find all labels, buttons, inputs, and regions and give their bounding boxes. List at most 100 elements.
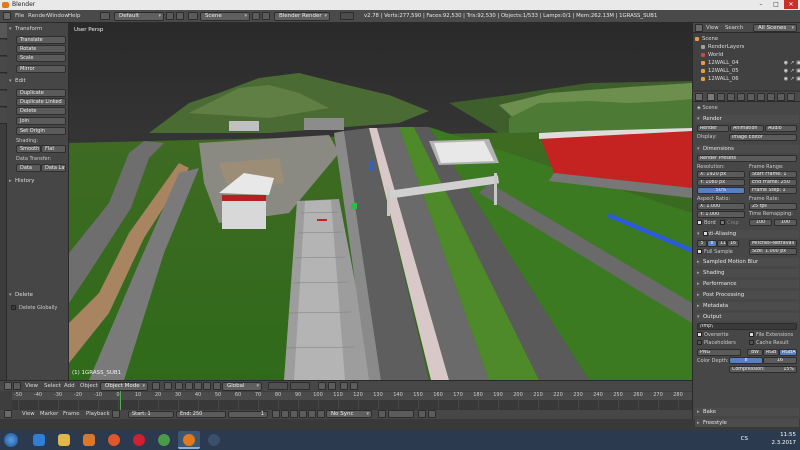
menu-select[interactable]: Select: [44, 383, 61, 390]
tab-tools[interactable]: [0, 23, 7, 39]
aa-size-field[interactable]: Size: 1.000 px: [749, 248, 797, 255]
play-reverse-icon[interactable]: [290, 410, 298, 418]
taskbar-ie[interactable]: [28, 431, 50, 449]
overwrite-checkbox[interactable]: [697, 332, 702, 337]
join-button[interactable]: Join: [16, 117, 66, 125]
start-button-icon[interactable]: [4, 433, 18, 447]
data-context-icon[interactable]: [777, 93, 785, 101]
aa-filter-select[interactable]: Mitchell-Netravali: [749, 240, 797, 247]
3d-viewport[interactable]: User Persp (1) 1GRASS_SUB1: [69, 23, 692, 380]
layout-select[interactable]: Default: [114, 12, 164, 21]
start-frame-prop-field[interactable]: Start Frame: 1: [749, 171, 797, 178]
menu-help[interactable]: Help: [68, 12, 81, 21]
compression-slider[interactable]: Compression: 15%: [729, 366, 797, 373]
scale-manipulator-icon[interactable]: [203, 382, 211, 390]
editor-type-3d-icon[interactable]: [4, 382, 12, 390]
pivot-point-icon[interactable]: [164, 382, 172, 390]
performance-panel-header[interactable]: Performance: [695, 280, 799, 288]
aspect-y-field[interactable]: Y: 1.000: [697, 211, 745, 218]
aspect-x-field[interactable]: X: 1.000: [697, 203, 745, 210]
viewport-shading-icon[interactable]: [152, 382, 160, 390]
scene-select[interactable]: Scene: [200, 12, 250, 21]
edit-panel-header[interactable]: Edit: [8, 77, 68, 85]
flat-button[interactable]: Flat: [41, 145, 66, 153]
auto-keying-icon[interactable]: [378, 410, 386, 418]
audio-button[interactable]: Audio: [765, 125, 797, 132]
anti-aliasing-panel-header[interactable]: Anti-Aliasing: [695, 230, 799, 238]
keying-set-icon[interactable]: [388, 410, 414, 418]
layers-2-icon[interactable]: [290, 382, 310, 390]
visibility-icons[interactable]: ◉↗▣: [784, 75, 800, 83]
tab-create[interactable]: [0, 40, 7, 56]
smooth-button[interactable]: Smooth: [16, 145, 41, 153]
timeline[interactable]: -50 -40 -30 -20 -10 0 10 20 30 40 50 60 70 80 90 100 110…: [0, 391, 692, 419]
menu-window[interactable]: Window: [47, 12, 69, 21]
freestyle-panel-header[interactable]: Freestyle: [695, 419, 799, 427]
tl-menu-playback[interactable]: Playback: [86, 411, 110, 418]
minimize-button[interactable]: –: [754, 0, 768, 9]
outliner-row-object[interactable]: 12WALL_06 ◉↗▣: [701, 75, 800, 83]
placeholders-checkbox[interactable]: [697, 340, 702, 345]
taskbar-explorer[interactable]: [53, 431, 75, 449]
menu-view[interactable]: View: [25, 383, 38, 390]
rotate-button[interactable]: Rotate: [16, 45, 66, 53]
outliner-row-renderlayers[interactable]: RenderLayers: [701, 43, 800, 51]
camera-render-icon[interactable]: [350, 382, 358, 390]
scene-context-icon[interactable]: [727, 93, 735, 101]
display-select[interactable]: Image Editor: [729, 134, 797, 141]
editor-type-outliner-icon[interactable]: [695, 24, 703, 32]
history-panel-header[interactable]: History: [8, 177, 68, 185]
tl-menu-frame[interactable]: Frame: [63, 411, 80, 418]
taskbar-chrome[interactable]: [153, 431, 175, 449]
render-panel-header[interactable]: Render: [695, 115, 799, 123]
preview-range-icon[interactable]: [112, 410, 120, 418]
duplicate-button[interactable]: Duplicate: [16, 89, 66, 97]
timeline-track[interactable]: [12, 400, 692, 410]
material-context-icon[interactable]: [787, 93, 795, 101]
render-layers-context-icon[interactable]: [717, 93, 725, 101]
delete-operator-panel-header[interactable]: Delete: [8, 291, 68, 299]
resolution-percentage-slider[interactable]: 50%: [697, 187, 745, 194]
jump-keyframe-forward-icon[interactable]: [308, 410, 316, 418]
rotate-manipulator-icon[interactable]: [194, 382, 202, 390]
aa-samples-8[interactable]: 8: [707, 240, 717, 247]
data-button[interactable]: Data: [16, 164, 41, 172]
layers-icon[interactable]: [268, 382, 288, 390]
duplicate-linked-button[interactable]: Duplicate Linked: [16, 98, 66, 106]
end-frame-field[interactable]: End: 250: [176, 411, 226, 418]
mirror-button[interactable]: Mirror: [16, 65, 66, 73]
taskbar-steam[interactable]: [203, 431, 225, 449]
remap-new-field[interactable]: 100: [774, 219, 797, 226]
taskbar-opera[interactable]: [128, 431, 150, 449]
aa-samples-16[interactable]: 16: [727, 240, 739, 247]
color-bw-button[interactable]: BW: [747, 349, 763, 356]
resolution-x-field[interactable]: X: 1920 px: [697, 171, 745, 178]
scene-icon[interactable]: [188, 12, 198, 20]
mode-select[interactable]: Object Mode: [100, 382, 148, 391]
render-presets-select[interactable]: Render Presets: [697, 155, 797, 162]
snap-icon[interactable]: [318, 382, 326, 390]
frame-rate-select[interactable]: 25 fps: [749, 203, 797, 210]
color-rgba-button[interactable]: RGBA: [779, 349, 797, 356]
remap-old-field[interactable]: 100: [749, 219, 772, 226]
object-context-icon[interactable]: [747, 93, 755, 101]
set-origin-dropdown[interactable]: Set Origin: [16, 127, 66, 135]
translate-manipulator-icon[interactable]: [185, 382, 193, 390]
remove-layout-icon[interactable]: [176, 12, 184, 20]
translate-button[interactable]: Translate: [16, 36, 66, 44]
add-scene-icon[interactable]: [252, 12, 260, 20]
remove-scene-icon[interactable]: [262, 12, 270, 20]
tab-physics[interactable]: [0, 91, 7, 107]
jump-end-icon[interactable]: [317, 410, 325, 418]
delete-keyframe-icon[interactable]: [428, 410, 436, 418]
aa-samples-5[interactable]: 5: [697, 240, 707, 247]
tl-menu-marker[interactable]: Marker: [40, 411, 58, 418]
outliner-row-object[interactable]: 12WALL_04 ◉↗▣: [701, 59, 800, 67]
sampled-motion-blur-panel-header[interactable]: Sampled Motion Blur: [695, 258, 799, 266]
language-indicator[interactable]: CS: [741, 436, 748, 442]
render-button[interactable]: Render: [697, 125, 729, 132]
transform-panel-header[interactable]: Transform: [8, 25, 68, 33]
global-orientation-icon[interactable]: [213, 382, 221, 390]
snap-target-icon[interactable]: [328, 382, 336, 390]
output-path-field[interactable]: /tmp\: [697, 323, 797, 330]
